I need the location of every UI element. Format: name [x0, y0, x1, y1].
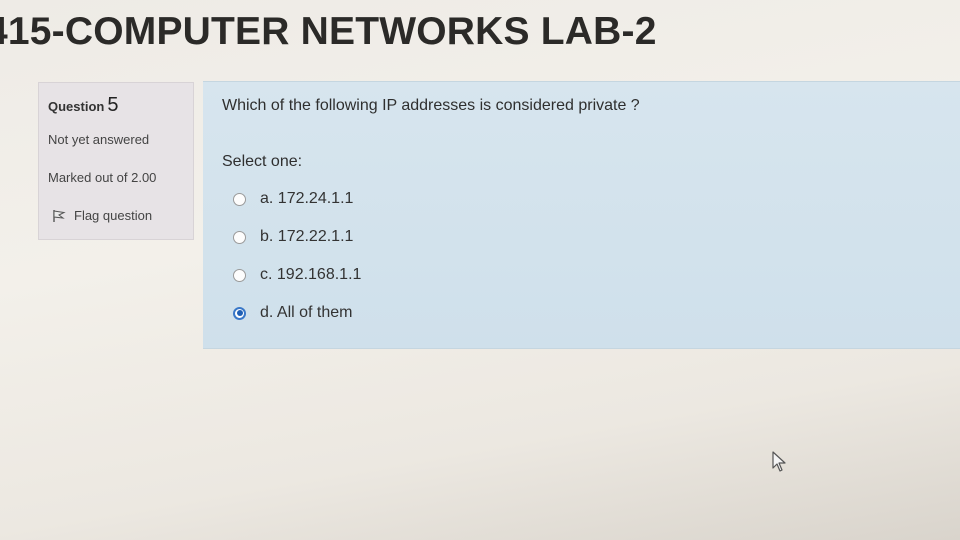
- option-c-label[interactable]: c. 192.168.1.1: [260, 266, 361, 284]
- radio-option-b[interactable]: [233, 230, 246, 244]
- page-title: 415-COMPUTER NETWORKS LAB-2: [0, 10, 657, 53]
- radio-option-a[interactable]: [233, 192, 246, 206]
- flag-question-label: Flag question: [74, 208, 153, 223]
- option-a-label[interactable]: a. 172.24.1.1: [260, 190, 353, 208]
- mouse-pointer-icon: [772, 451, 786, 472]
- flag-icon: [53, 209, 66, 222]
- question-panel: Which of the following IP addresses is c…: [203, 81, 960, 349]
- option-b[interactable]: b. 172.22.1.1: [233, 228, 353, 246]
- question-number: 5: [107, 94, 119, 116]
- select-one-prompt: Select one:: [222, 153, 303, 170]
- option-c[interactable]: c. 192.168.1.1: [233, 266, 361, 284]
- question-number-label: Question 5: [48, 94, 118, 117]
- radio-option-d[interactable]: [233, 306, 246, 320]
- question-text: Which of the following IP addresses is c…: [222, 97, 640, 114]
- marked-out-of: Marked out of 2.00: [48, 170, 157, 185]
- option-d[interactable]: d. All of them: [233, 304, 353, 322]
- question-info-panel: Question 5 Not yet answered Marked out of…: [38, 82, 194, 240]
- option-d-label[interactable]: d. All of them: [260, 304, 353, 322]
- answer-state: Not yet answered: [48, 132, 150, 147]
- option-a[interactable]: a. 172.24.1.1: [233, 190, 353, 208]
- radio-option-c[interactable]: [233, 268, 246, 282]
- flag-question-link[interactable]: Flag question: [52, 208, 152, 223]
- question-label-text: Question: [48, 99, 105, 114]
- option-b-label[interactable]: b. 172.22.1.1: [260, 228, 353, 246]
